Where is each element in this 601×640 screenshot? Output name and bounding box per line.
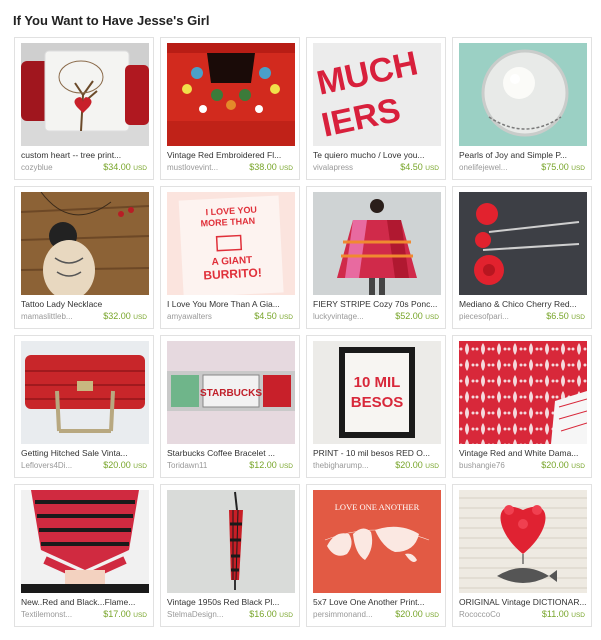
item-price: $4.50 USD [254,311,293,321]
mil-besos-line-2: BESOS [351,394,404,411]
shop-name[interactable]: luckyvintage... [313,312,389,321]
item-price: $20.00 USD [395,460,439,470]
shop-name[interactable]: thebigharump... [313,461,389,470]
shop-name[interactable]: onelifejewel... [459,163,535,172]
item-title[interactable]: custom heart -- tree print... [21,150,149,160]
item-thumbnail[interactable] [21,490,149,593]
item-title[interactable]: Tattoo Lady Necklace [21,299,149,309]
item-price: $12.00 USD [249,460,293,470]
item-title[interactable]: Vintage Red Embroidered Fl... [167,150,295,160]
item-price: $17.00 USD [103,609,147,619]
item-title[interactable]: 5x7 Love One Another Print... [313,597,441,607]
item-card[interactable]: 10 MIL BESOS PRINT - 10 mil besos RED O.… [306,335,446,478]
item-card[interactable]: ORIGINAL Vintage DICTIONAR... RococcoCo … [452,484,592,627]
item-card[interactable]: FIERY STRIPE Cozy 70s Ponc... luckyvinta… [306,186,446,329]
item-thumbnail[interactable] [459,43,587,146]
shop-name[interactable]: cozyblue [21,163,97,172]
item-card[interactable]: Vintage Red and White Dama... bushangie7… [452,335,592,478]
shop-name[interactable]: amyawalters [167,312,243,321]
item-thumbnail[interactable] [21,341,149,444]
shop-name[interactable]: mamaslittleb... [21,312,97,321]
shop-name[interactable]: piecesofpari... [459,312,535,321]
item-thumbnail[interactable]: I LOVE YOU MORE THAN A GIANT BURRITO! [167,192,295,295]
item-price: $32.00 USD [103,311,147,321]
item-title[interactable]: Te quiero mucho / Love you... [313,150,441,160]
item-card[interactable]: New..Red and Black...Flame... Textilemon… [14,484,154,627]
item-price: $20.00 USD [103,460,147,470]
item-card[interactable]: MUCH IERS Te quiero mucho / Love you... … [306,37,446,180]
item-card[interactable]: Vintage 1950s Red Black Pl... StelmaDesi… [160,484,300,627]
shop-name[interactable]: Toridawn11 [167,461,243,470]
item-price: $16.00 USD [249,609,293,619]
collection-title: If You Want to Have Jesse's Girl [13,13,210,28]
item-thumbnail[interactable]: STARBUCKS [167,341,295,444]
item-card[interactable]: LOVE ONE ANOTHER 5x7 Love One Another Pr… [306,484,446,627]
item-price: $75.00 USD [541,162,585,172]
item-card[interactable]: Getting Hitched Sale Vinta... Leflovers4… [14,335,154,478]
item-card[interactable]: I LOVE YOU MORE THAN A GIANT BURRITO! I … [160,186,300,329]
love-one-another-text: LOVE ONE ANOTHER [335,502,420,512]
item-card[interactable]: STARBUCKS Starbucks Coffee Bracelet ... … [160,335,300,478]
item-price: $52.00 USD [395,311,439,321]
item-thumbnail[interactable]: LOVE ONE ANOTHER [313,490,441,593]
item-title[interactable]: Starbucks Coffee Bracelet ... [167,448,295,458]
item-card[interactable]: Pearls of Joy and Simple P... onelifejew… [452,37,592,180]
shop-name[interactable]: RococcoCo [459,610,535,619]
item-price: $4.50 USD [400,162,439,172]
shop-name[interactable]: Leflovers4Di... [21,461,97,470]
item-price: $20.00 USD [541,460,585,470]
item-title[interactable]: Vintage 1950s Red Black Pl... [167,597,295,607]
item-thumbnail[interactable] [313,192,441,295]
item-thumbnail[interactable]: MUCH IERS [313,43,441,146]
item-title[interactable]: Mediano & Chico Cherry Red... [459,299,587,309]
item-thumbnail[interactable]: 10 MIL BESOS [313,341,441,444]
item-thumbnail[interactable] [21,192,149,295]
item-card[interactable]: custom heart -- tree print... cozyblue $… [14,37,154,180]
item-title[interactable]: Vintage Red and White Dama... [459,448,587,458]
item-grid: custom heart -- tree print... cozyblue $… [14,37,592,627]
item-title[interactable]: Pearls of Joy and Simple P... [459,150,587,160]
item-card[interactable]: Mediano & Chico Cherry Red... piecesofpa… [452,186,592,329]
starbucks-label: STARBUCKS [200,388,262,399]
item-thumbnail[interactable] [167,490,295,593]
item-title[interactable]: PRINT - 10 mil besos RED O... [313,448,441,458]
shop-name[interactable]: vivalapress [313,163,389,172]
item-title[interactable]: Getting Hitched Sale Vinta... [21,448,149,458]
item-price: $38.00 USD [249,162,293,172]
item-price: $34.00 USD [103,162,147,172]
item-thumbnail[interactable] [459,490,587,593]
item-title[interactable]: I Love You More Than A Gia... [167,299,295,309]
item-thumbnail[interactable] [21,43,149,146]
shop-name[interactable]: bushangie76 [459,461,535,470]
shop-name[interactable]: persimmonand... [313,610,389,619]
shop-name[interactable]: Textilemonst... [21,610,97,619]
item-price: $11.00 USD [541,609,585,619]
shop-name[interactable]: mustlovevint... [167,163,243,172]
item-thumbnail[interactable] [167,43,295,146]
item-title[interactable]: FIERY STRIPE Cozy 70s Ponc... [313,299,441,309]
item-price: $20.00 USD [395,609,439,619]
item-title[interactable]: New..Red and Black...Flame... [21,597,149,607]
item-thumbnail[interactable] [459,341,587,444]
item-price: $6.50 USD [546,311,585,321]
item-card[interactable]: Vintage Red Embroidered Fl... mustlovevi… [160,37,300,180]
item-card[interactable]: Tattoo Lady Necklace mamaslittleb... $32… [14,186,154,329]
mil-besos-line-1: 10 MIL [354,374,401,391]
shop-name[interactable]: StelmaDesign... [167,610,243,619]
item-thumbnail[interactable] [459,192,587,295]
item-title[interactable]: ORIGINAL Vintage DICTIONAR... [459,597,587,607]
